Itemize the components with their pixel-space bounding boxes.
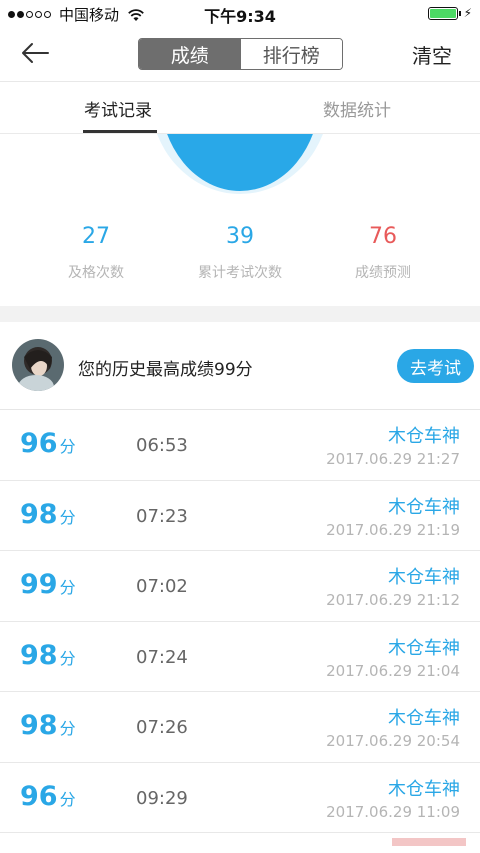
record-score: 96 分 — [20, 428, 76, 459]
status-time: 下午9:34 — [204, 7, 276, 26]
back-arrow-icon[interactable] — [18, 38, 52, 68]
best-score-text: 您的历史最高成绩99分 — [78, 360, 253, 380]
predicted-score: 76 — [369, 224, 397, 249]
record-score: 98 分 — [20, 710, 76, 741]
record-duration: 07:24 — [136, 646, 188, 668]
record-date: 2017.06.29 21:27 — [326, 450, 460, 468]
record-score: 99 分 — [20, 569, 76, 600]
segment-leaderboard[interactable]: 排行榜 — [240, 39, 342, 69]
status-bar: 中国移动 下午9:34 ⚡ — [0, 0, 480, 26]
tab-exam-records[interactable]: 考试记录 — [84, 96, 152, 121]
nav-bar: 成绩 排行榜 清空 — [0, 26, 480, 82]
record-row[interactable]: 98 分 07:23 木仓车神 2017.06.29 21:19 — [0, 481, 480, 551]
total-label: 累计考试次数 — [198, 265, 282, 281]
record-date: 2017.06.29 21:04 — [326, 661, 460, 680]
charging-icon: ⚡ — [463, 6, 472, 20]
segmented-control: 成绩 排行榜 — [138, 38, 343, 70]
next-row-peek — [360, 838, 480, 853]
record-duration: 07:23 — [136, 505, 188, 527]
record-username: 木仓车神 — [388, 637, 460, 659]
segment-scores[interactable]: 成绩 — [139, 39, 241, 69]
record-duration: 07:02 — [136, 576, 188, 597]
tab-indicator — [83, 130, 157, 133]
predicted-label: 成绩预测 — [355, 265, 411, 281]
records-list: 96 分 06:53 木仓车神 2017.06.29 21:27 98 分 07:2… — [0, 410, 480, 833]
clear-button[interactable]: 清空 — [412, 40, 452, 69]
tab-data-stats[interactable]: 数据统计 — [323, 96, 391, 121]
passed-label: 及格次数 — [68, 265, 124, 281]
passed-count: 27 — [82, 224, 110, 249]
go-exam-button[interactable]: 去考试 — [397, 349, 474, 383]
record-score: 96 分 — [20, 780, 76, 812]
avatar[interactable] — [12, 339, 64, 391]
record-username: 木仓车神 — [388, 567, 460, 588]
record-date: 2017.06.29 11:09 — [326, 802, 460, 821]
record-score: 98 分 — [20, 639, 76, 671]
record-score: 98 分 — [20, 498, 76, 530]
score-gauge — [157, 134, 323, 194]
record-date: 2017.06.29 21:12 — [326, 591, 460, 609]
battery-group: ⚡ — [427, 6, 472, 20]
record-row[interactable]: 98 分 07:24 木仓车神 2017.06.29 21:04 — [0, 622, 480, 692]
best-score-row: 您的历史最高成绩99分 去考试 — [0, 322, 480, 410]
record-username: 木仓车神 — [388, 426, 460, 447]
record-duration: 07:26 — [136, 717, 188, 738]
record-row[interactable]: 96 分 09:29 木仓车神 2017.06.29 11:09 — [0, 763, 480, 833]
tab-bar: 考试记录 数据统计 — [0, 82, 480, 134]
total-count: 39 — [226, 224, 254, 249]
record-row[interactable]: 96 分 06:53 木仓车神 2017.06.29 21:27 — [0, 410, 480, 481]
record-row[interactable]: 98 分 07:26 木仓车神 2017.06.29 20:54 — [0, 692, 480, 763]
section-divider — [0, 306, 480, 322]
record-date: 2017.06.29 21:19 — [326, 520, 460, 539]
record-date: 2017.06.29 20:54 — [326, 732, 460, 750]
record-duration: 09:29 — [136, 787, 188, 809]
record-username: 木仓车神 — [388, 708, 460, 729]
cut-off-text-icon — [392, 838, 466, 846]
record-duration: 06:53 — [136, 435, 188, 456]
stats-panel: 27 及格次数 39 累计考试次数 76 成绩预测 — [0, 134, 480, 306]
record-username: 木仓车神 — [388, 496, 460, 518]
battery-icon — [427, 6, 458, 20]
record-row[interactable]: 99 分 07:02 木仓车神 2017.06.29 21:12 — [0, 551, 480, 622]
record-username: 木仓车神 — [388, 778, 460, 800]
